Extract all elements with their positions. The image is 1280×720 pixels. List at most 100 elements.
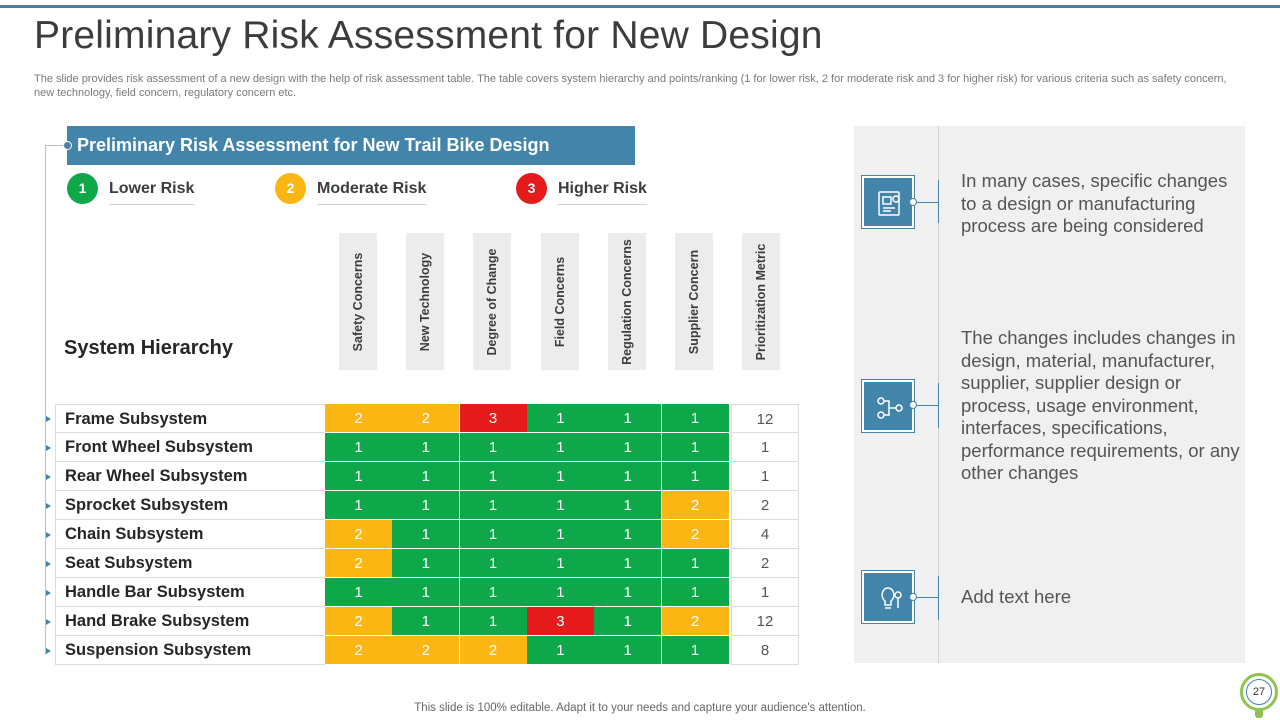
row-bullet-icon: [46, 590, 51, 596]
slide-description: The slide provides risk assessment of a …: [34, 73, 1227, 99]
connector-line: [914, 405, 938, 406]
legend-badge: 2: [275, 173, 306, 204]
connector-dot: [909, 401, 917, 409]
row-bullet-icon: [46, 561, 51, 567]
risk-score-cell: 1: [526, 636, 595, 665]
risk-score-cell: 1: [661, 462, 730, 491]
row-subsystem-name: Seat Subsystem: [55, 549, 325, 578]
page-number-badge: 27: [1240, 673, 1278, 711]
prioritization-metric-cell: 12: [731, 404, 799, 433]
risk-score-cell: 1: [459, 491, 528, 520]
connector-line: [914, 597, 938, 598]
page-number: 27: [1246, 679, 1272, 705]
risk-score-cell: 1: [459, 549, 528, 578]
column-header: Field Concerns: [541, 233, 579, 370]
risk-score-cell: 2: [325, 549, 393, 578]
risk-score-cell: 1: [526, 549, 595, 578]
column-header: New Technology: [406, 233, 444, 370]
risk-score-cell: 1: [526, 404, 595, 433]
risk-score-cell: 2: [325, 520, 393, 549]
risk-score-cell: 1: [459, 578, 528, 607]
row-subsystem-name: Hand Brake Subsystem: [55, 607, 325, 636]
connector-bracket: [938, 383, 939, 428]
footer-note: This slide is 100% editable. Adapt it to…: [414, 702, 866, 714]
risk-score-cell: 1: [594, 578, 663, 607]
table-banner: Preliminary Risk Assessment for New Trai…: [67, 126, 635, 165]
legend-label: Moderate Risk: [317, 180, 427, 205]
column-header: Safety Concerns: [339, 233, 377, 370]
risk-score-cell: 3: [526, 607, 595, 636]
risk-score-cell: 2: [661, 607, 730, 636]
row-bullet-icon: [46, 474, 51, 480]
risk-score-cell: 1: [526, 433, 595, 462]
row-subsystem-name: Frame Subsystem: [55, 404, 325, 433]
row-bullet-icon: [46, 503, 51, 509]
row-bullet-icon: [46, 445, 51, 451]
column-header: Degree of Change: [473, 233, 511, 370]
risk-score-cell: 1: [594, 462, 663, 491]
prioritization-metric-cell: 1: [731, 462, 799, 491]
row-subsystem-name: Chain Subsystem: [55, 520, 325, 549]
column-header: Supplier Concern: [675, 233, 713, 370]
column-header-label: Field Concerns: [553, 256, 567, 347]
idea-bulb-icon: [861, 570, 915, 624]
risk-score-cell: 2: [325, 636, 393, 665]
row-bullet-icon: [46, 416, 51, 422]
column-header-label: Safety Concerns: [351, 252, 365, 351]
risk-score-cell: 1: [594, 433, 663, 462]
prioritization-metric-cell: 8: [731, 636, 799, 665]
risk-score-cell: 1: [594, 520, 663, 549]
risk-score-cell: 3: [459, 404, 528, 433]
row-subsystem-name: Handle Bar Subsystem: [55, 578, 325, 607]
connector-dot: [63, 141, 72, 150]
row-bullet-icon: [46, 648, 51, 654]
risk-score-cell: 1: [594, 549, 663, 578]
risk-score-cell: 2: [661, 520, 730, 549]
risk-score-cell: 1: [526, 520, 595, 549]
column-header-label: Prioritization Metric: [754, 243, 768, 360]
risk-score-cell: 1: [661, 549, 730, 578]
connector-bracket: [938, 576, 939, 620]
risk-score-cell: 1: [325, 491, 393, 520]
legend-badge: 3: [516, 173, 547, 204]
risk-score-cell: 1: [459, 607, 528, 636]
process-flow-icon: [861, 379, 915, 433]
row-bullet-icon: [46, 619, 51, 625]
risk-score-cell: 1: [594, 491, 663, 520]
connector-dot: [909, 593, 917, 601]
connector-dot: [909, 198, 917, 206]
panel-text: The changes includes changes in design, …: [961, 327, 1240, 483]
risk-score-cell: 1: [392, 607, 461, 636]
risk-score-cell: 1: [661, 433, 730, 462]
risk-score-cell: 1: [594, 404, 663, 433]
risk-score-cell: 2: [325, 607, 393, 636]
risk-score-cell: 1: [325, 433, 393, 462]
system-hierarchy-title: System Hierarchy: [64, 337, 233, 359]
risk-score-cell: 2: [392, 404, 461, 433]
risk-score-cell: 2: [392, 636, 461, 665]
prioritization-metric-cell: 2: [731, 491, 799, 520]
prioritization-metric-cell: 1: [731, 433, 799, 462]
risk-score-cell: 1: [392, 549, 461, 578]
risk-score-cell: 1: [325, 578, 393, 607]
risk-score-cell: 1: [392, 520, 461, 549]
row-subsystem-name: Front Wheel Subsystem: [55, 433, 325, 462]
risk-score-cell: 1: [392, 433, 461, 462]
risk-score-cell: 1: [325, 462, 393, 491]
risk-score-cell: 1: [392, 462, 461, 491]
risk-score-cell: 1: [459, 520, 528, 549]
risk-score-cell: 2: [459, 636, 528, 665]
panel-text: Add text here: [961, 586, 1072, 607]
risk-score-cell: 1: [526, 462, 595, 491]
risk-score-cell: 2: [661, 491, 730, 520]
prioritization-metric-cell: 2: [731, 549, 799, 578]
connector-line: [914, 202, 938, 203]
risk-score-cell: 1: [392, 578, 461, 607]
row-subsystem-name: Sprocket Subsystem: [55, 491, 325, 520]
row-subsystem-name: Suspension Subsystem: [55, 636, 325, 665]
column-header-label: New Technology: [418, 252, 432, 351]
risk-score-cell: 2: [325, 404, 393, 433]
risk-score-cell: 1: [661, 636, 730, 665]
prioritization-metric-cell: 1: [731, 578, 799, 607]
risk-score-cell: 1: [392, 491, 461, 520]
